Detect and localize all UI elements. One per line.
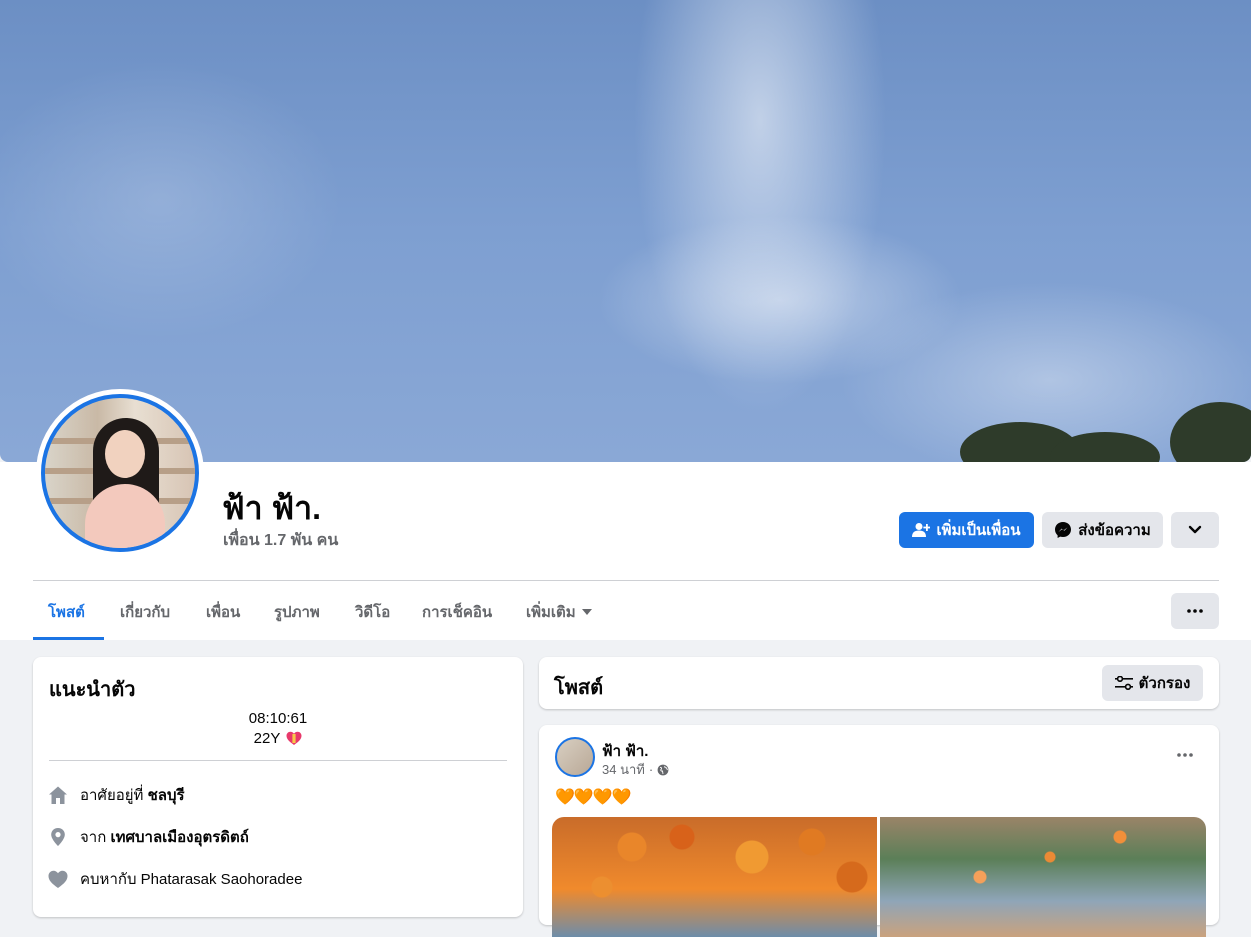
intro-divider	[49, 760, 507, 761]
post-timestamp[interactable]: 34 นาที	[602, 759, 645, 780]
message-label: ส่งข้อความ	[1078, 522, 1151, 539]
post-meta: 34 นาที ·	[602, 759, 669, 780]
add-friend-icon	[912, 523, 931, 537]
tab-about[interactable]: เกี่ยวกับ	[120, 600, 170, 624]
post-card: ฟ้า ฟ้า. 34 นาที · 🧡🧡🧡🧡	[539, 725, 1219, 937]
tab-friends[interactable]: เพื่อน	[206, 600, 240, 624]
lives-prefix: อาศัยอยู่ที่	[80, 787, 144, 804]
post-photo[interactable]	[880, 817, 1206, 937]
more-options-button[interactable]	[1171, 512, 1219, 548]
tab-more[interactable]: เพิ่มเติม	[526, 600, 592, 624]
globe-icon	[657, 764, 669, 775]
filter-button[interactable]: ตัวกรอง	[1102, 665, 1203, 701]
filter-label: ตัวกรอง	[1138, 675, 1191, 692]
filter-sliders-icon	[1114, 676, 1133, 690]
posts-title: โพสต์	[554, 677, 604, 699]
heart-icon	[48, 870, 68, 888]
cover-tree	[1170, 402, 1251, 462]
post-text: 🧡🧡🧡🧡	[555, 789, 632, 806]
more-dots-icon	[1187, 609, 1203, 613]
add-friend-label: เพิ่มเป็นเพื่อน	[936, 522, 1021, 539]
tab-photos[interactable]: รูปภาพ	[274, 600, 320, 624]
tab-posts[interactable]: โพสต์	[48, 600, 85, 624]
messenger-icon	[1055, 522, 1072, 538]
message-button[interactable]: ส่งข้อความ	[1042, 512, 1163, 548]
cover-photo[interactable]	[0, 0, 1251, 462]
avatar-photo	[41, 394, 199, 552]
location-pin-icon	[51, 828, 65, 846]
profile-avatar[interactable]	[36, 389, 204, 557]
add-friend-button[interactable]: เพิ่มเป็นเพื่อน	[899, 512, 1034, 548]
active-tab-indicator	[33, 637, 104, 640]
info-from: จาก เทศบาลเมืองอุตรดิตถ์	[48, 825, 249, 849]
from-prefix: จาก	[80, 829, 107, 846]
friends-count[interactable]: เพื่อน 1.7 พัน คน	[223, 528, 338, 553]
meta-separator: ·	[648, 762, 654, 777]
intro-card: แนะนำตัว 08:10:61 22Y อาศัยอยู่ที่ ชลบุร…	[33, 657, 523, 917]
tab-checkins[interactable]: การเช็คอิน	[422, 600, 492, 624]
relationship-text[interactable]: คบหากับ Phatarasak Saohoradee	[80, 867, 302, 891]
heart-with-ribbon-icon	[286, 731, 302, 745]
home-icon	[49, 786, 67, 804]
caret-down-icon	[581, 609, 592, 615]
info-lives-in: อาศัยอยู่ที่ ชลบุรี	[48, 783, 185, 807]
profile-name: ฟ้า ฟ้า.	[222, 490, 322, 526]
bio-line-time: 08:10:61	[248, 710, 308, 727]
more-dots-icon	[1177, 753, 1193, 757]
tab-options-button[interactable]	[1171, 593, 1219, 629]
from-place-link[interactable]: เทศบาลเมืองอุตรดิตถ์	[110, 829, 248, 846]
posts-header-card: โพสต์ ตัวกรอง	[539, 657, 1219, 709]
chevron-down-icon	[1188, 525, 1202, 534]
post-author-avatar[interactable]	[555, 737, 595, 777]
bio-line-age: 22Y	[33, 730, 523, 747]
tab-more-label: เพิ่มเติม	[526, 604, 576, 621]
lives-place-link[interactable]: ชลบุรี	[148, 787, 185, 804]
post-photo[interactable]	[552, 817, 877, 937]
bio-age-text: 22Y	[253, 730, 281, 747]
tab-videos[interactable]: วิดีโอ	[355, 600, 390, 624]
header-divider	[33, 580, 1219, 581]
post-options-button[interactable]	[1167, 743, 1203, 767]
info-relationship: คบหากับ Phatarasak Saohoradee	[48, 867, 302, 891]
intro-title: แนะนำตัว	[49, 679, 136, 701]
